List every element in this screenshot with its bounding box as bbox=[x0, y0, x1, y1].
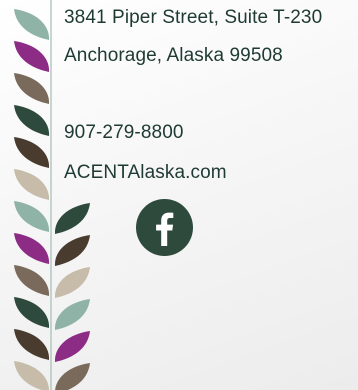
leaf-forest bbox=[14, 105, 50, 136]
leaf-magenta bbox=[54, 331, 90, 362]
leaf-magenta bbox=[14, 233, 50, 264]
facebook-link[interactable] bbox=[136, 199, 193, 256]
leaf-brown bbox=[54, 235, 90, 266]
website-link[interactable]: ACENTAlaska.com bbox=[64, 163, 227, 182]
leaf-forest bbox=[54, 203, 90, 234]
address-city-state-zip: Anchorage, Alaska 99508 bbox=[64, 45, 283, 66]
leaf-brown bbox=[14, 329, 50, 360]
leaf-taupe bbox=[14, 265, 50, 296]
phone-number[interactable]: 907-279-8800 bbox=[64, 123, 184, 142]
right-leaf-column bbox=[54, 203, 90, 390]
leaf-forest bbox=[14, 297, 50, 328]
left-leaf-column bbox=[14, 9, 50, 390]
address-street: 3841 Piper Street, Suite T-230 bbox=[64, 7, 323, 28]
leaf-taupe bbox=[14, 73, 50, 104]
leaf-magenta bbox=[14, 41, 50, 72]
leaf-brown bbox=[14, 137, 50, 168]
facebook-icon bbox=[136, 199, 193, 256]
leaf-taupe bbox=[55, 363, 90, 390]
leaf-beige bbox=[14, 169, 50, 200]
leaf-beige bbox=[14, 361, 49, 390]
leaf-sage bbox=[54, 299, 90, 330]
leaf-sage bbox=[14, 9, 50, 40]
leaf-sage bbox=[14, 201, 50, 232]
leaf-beige bbox=[54, 267, 90, 298]
